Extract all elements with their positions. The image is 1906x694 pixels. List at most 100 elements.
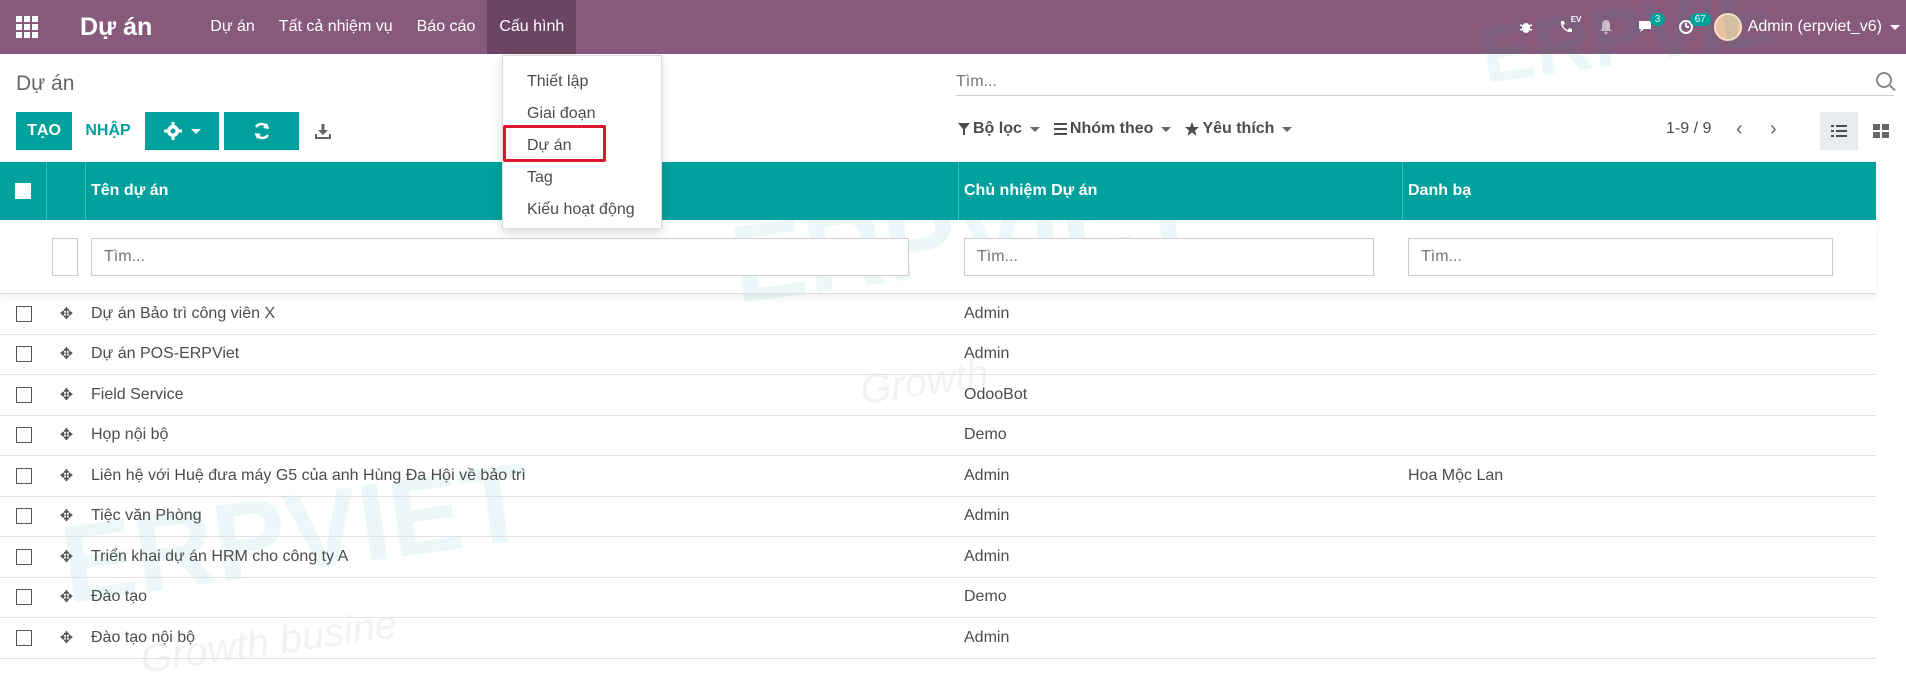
filter-dropdown[interactable]: Bộ lọc <box>958 120 1040 138</box>
project-name: Liên hệ với Huệ đưa máy G5 của anh Hùng … <box>91 466 526 484</box>
gear-icon <box>164 122 182 140</box>
manager-filter-input[interactable] <box>964 237 1374 276</box>
drag-handle-icon[interactable]: ✥ <box>47 466 86 486</box>
bug-icon[interactable] <box>1506 0 1546 54</box>
table-row[interactable]: ✥ Field Service OdooBot <box>0 375 1876 416</box>
project-name: Dự án Bảo trì công viên X <box>91 304 276 322</box>
create-button[interactable]: TẠO <box>16 112 72 150</box>
select-all-checkbox[interactable] <box>15 183 31 199</box>
project-name: Dự án POS-ERPViet <box>91 345 240 363</box>
refresh-icon <box>254 122 269 140</box>
handle-header <box>47 162 86 220</box>
search-icon[interactable] <box>1876 72 1892 88</box>
navbar-systray: EV 3 67 Admin (erpviet_v6) <box>1506 0 1906 54</box>
config-dropdown-menu: Thiết lập Giai đoạn Dự án Tag Kiểu hoạt … <box>502 55 662 229</box>
column-header-manager[interactable]: Chủ nhiệm Dự án <box>959 162 1403 220</box>
breadcrumb: Dự án <box>16 72 75 95</box>
menu-cau-hinh[interactable]: Cấu hình <box>487 0 577 54</box>
project-manager: Demo <box>964 588 1007 606</box>
menu-du-an[interactable]: Dự án <box>198 0 267 54</box>
favorites-dropdown[interactable]: Yêu thích <box>1185 120 1293 138</box>
apps-menu-icon[interactable] <box>0 0 54 54</box>
table-row[interactable]: ✥ Dự án POS-ERPViet Admin <box>0 335 1876 375</box>
table-row[interactable]: ✥ Dự án Bảo trì công viên X Admin <box>0 294 1876 335</box>
star-icon <box>1185 122 1200 136</box>
table-row[interactable]: ✥ Triển khai dự án HRM cho công ty A Adm… <box>0 537 1876 578</box>
drag-handle-icon[interactable]: ✥ <box>47 547 86 567</box>
chevron-down-icon <box>1282 126 1293 132</box>
table-row[interactable]: ✥ Họp nội bộ Demo <box>0 416 1876 456</box>
import-button[interactable]: NHẬP <box>80 112 136 150</box>
action-gear-button[interactable] <box>145 112 219 150</box>
row-checkbox[interactable] <box>15 386 32 403</box>
search-bar <box>956 68 1894 96</box>
bell-icon[interactable] <box>1586 0 1626 54</box>
row-checkbox[interactable] <box>15 629 32 646</box>
row-checkbox[interactable] <box>15 508 32 525</box>
drag-handle-icon[interactable]: ✥ <box>47 425 86 445</box>
project-contact: Hoa Mộc Lan <box>1408 466 1504 484</box>
drag-handle-icon[interactable]: ✥ <box>47 587 86 607</box>
phone-icon[interactable]: EV <box>1546 0 1586 54</box>
pager-value[interactable]: 1-9 / 9 <box>1666 120 1711 138</box>
highlight-box <box>503 125 606 162</box>
row-checkbox[interactable] <box>15 305 32 322</box>
project-name: Tiệc văn Phòng <box>91 507 202 525</box>
activity-clock-icon[interactable]: 67 <box>1666 0 1711 54</box>
drag-handle-icon[interactable]: ✥ <box>47 304 86 324</box>
dropdown-item-tags[interactable]: Tag <box>503 162 661 194</box>
chevron-left-icon[interactable]: ‹ <box>1736 118 1743 141</box>
table-row[interactable]: ✥ Đào tạo Demo <box>0 578 1876 618</box>
groupby-dropdown[interactable]: Nhóm theo <box>1053 120 1172 138</box>
download-button[interactable] <box>310 112 336 150</box>
list-view-button[interactable] <box>1820 112 1858 150</box>
filter-label: Bộ lọc <box>973 120 1022 137</box>
drag-handle-icon[interactable]: ✥ <box>47 506 86 526</box>
project-manager: Admin <box>964 304 1010 322</box>
project-manager: Admin <box>964 547 1010 565</box>
chevron-right-icon[interactable]: › <box>1770 118 1777 141</box>
table-row[interactable]: ✥ Đào tạo nội bộ Admin <box>0 618 1876 659</box>
column-filter-row <box>0 220 1876 294</box>
handle-filter-input[interactable] <box>52 237 78 276</box>
refresh-button[interactable] <box>224 112 299 150</box>
user-menu-caret-icon[interactable] <box>1890 24 1900 30</box>
user-avatar[interactable] <box>1713 13 1742 41</box>
row-checkbox[interactable] <box>15 589 32 606</box>
contact-filter-input[interactable] <box>1408 237 1833 276</box>
kanban-view-icon <box>1873 124 1889 138</box>
project-name: Đào tạo nội bộ <box>91 628 196 646</box>
project-name: Đào tạo <box>91 588 148 606</box>
project-name: Họp nội bộ <box>91 426 169 444</box>
chevron-down-icon <box>191 128 201 134</box>
drag-handle-icon[interactable]: ✥ <box>47 344 86 364</box>
chat-icon[interactable]: 3 <box>1626 0 1666 54</box>
project-manager: Admin <box>964 628 1010 646</box>
project-list-table: Tên dự án Chủ nhiệm Dự án Danh bạ ✥ Dự á… <box>0 162 1876 659</box>
search-input[interactable] <box>956 72 1894 91</box>
menu-tat-ca-nhiem-vu[interactable]: Tất cả nhiệm vụ <box>267 0 405 54</box>
app-title: Dự án <box>80 12 153 41</box>
dropdown-item-settings[interactable]: Thiết lập <box>503 66 661 98</box>
kanban-view-button[interactable] <box>1862 112 1900 150</box>
menu-bao-cao[interactable]: Báo cáo <box>405 0 488 54</box>
drag-handle-icon[interactable]: ✥ <box>47 628 86 648</box>
project-name: Triển khai dự án HRM cho công ty A <box>91 547 349 565</box>
row-checkbox[interactable] <box>15 548 32 565</box>
row-checkbox[interactable] <box>15 427 32 444</box>
user-name[interactable]: Admin (erpviet_v6) <box>1748 18 1882 36</box>
table-row[interactable]: ✥ Liên hệ với Huệ đưa máy G5 của anh Hùn… <box>0 456 1876 497</box>
table-row[interactable]: ✥ Tiệc văn Phòng Admin <box>0 497 1876 537</box>
name-filter-input[interactable] <box>91 237 909 276</box>
bars-icon <box>1053 123 1067 135</box>
chat-count-badge: 3 <box>1649 13 1666 26</box>
top-navbar: Dự án Dự án Tất cả nhiệm vụ Báo cáo Cấu … <box>0 0 1906 54</box>
list-view-icon <box>1831 125 1847 137</box>
row-checkbox[interactable] <box>15 346 32 363</box>
project-manager: Admin <box>964 345 1010 363</box>
row-checkbox[interactable] <box>15 467 32 484</box>
drag-handle-icon[interactable]: ✥ <box>47 385 86 405</box>
dropdown-item-activity-types[interactable]: Kiểu hoạt động <box>503 194 661 226</box>
project-manager: Admin <box>964 507 1010 525</box>
column-header-contact[interactable]: Danh bạ <box>1403 162 1876 220</box>
